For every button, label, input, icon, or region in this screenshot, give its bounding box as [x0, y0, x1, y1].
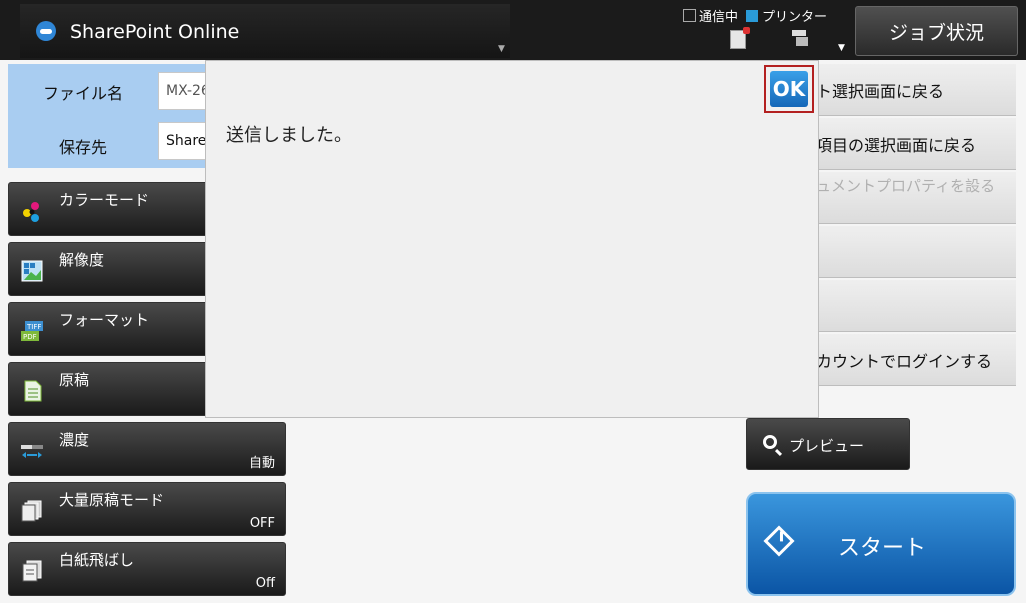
document-job-icon[interactable]	[730, 27, 750, 49]
resolution-icon	[21, 260, 43, 282]
status-indicators: 通信中 プリンター	[683, 6, 827, 25]
original-label: 原稿	[59, 371, 90, 389]
checkbox-icon	[683, 9, 696, 22]
blank-skip-value: Off	[255, 576, 275, 591]
exposure-button[interactable]: 濃度 自動	[8, 422, 286, 476]
ok-highlight: OK	[764, 65, 814, 113]
job-build-label: 大量原稿モード	[59, 491, 165, 509]
dialog-message: 送信しました。	[226, 125, 352, 146]
preview-label: プレビュー	[789, 437, 865, 455]
color-mode-label: カラーモード	[59, 191, 150, 209]
original-icon	[24, 380, 42, 402]
format-icon: TIFF PDF	[21, 321, 43, 341]
ok-button[interactable]: OK	[770, 71, 808, 107]
app-tab[interactable]: SharePoint Online ▼	[20, 4, 510, 58]
start-label: スタート	[838, 536, 927, 561]
resolution-label: 解像度	[59, 251, 105, 269]
login-with-account-button[interactable]: カウントでログインする	[806, 334, 1016, 386]
destination-label: 保存先	[58, 138, 107, 157]
exposure-label: 濃度	[59, 431, 90, 449]
sent-dialog: 送信しました。 OK	[205, 60, 819, 418]
exposure-value: 自動	[248, 456, 275, 471]
app-title: SharePoint Online	[70, 21, 240, 43]
back-to-item-select-button[interactable]: 項目の選択画面に戻る	[806, 118, 1016, 170]
right-menu-blank-button-1[interactable]	[806, 226, 1016, 278]
top-bar: SharePoint Online ▼ 通信中 プリンター ▼ ジョブ状況	[0, 0, 1026, 60]
printer-label: プリンター	[762, 10, 828, 25]
set-document-properties-button: ュメントプロパティを設る	[806, 172, 1016, 224]
job-build-icon	[21, 500, 42, 522]
exposure-icon	[21, 445, 43, 458]
blank-skip-label: 白紙飛ばし	[59, 551, 135, 569]
color-mode-icon	[23, 202, 39, 222]
start-icon	[763, 525, 795, 557]
printer-icon[interactable]	[792, 30, 812, 47]
blank-skip-icon	[22, 560, 42, 582]
svg-text:TIFF: TIFF	[26, 323, 41, 331]
right-menu-blank-button-2[interactable]	[806, 280, 1016, 332]
format-label: フォーマット	[59, 311, 150, 329]
printer-status-icon	[746, 10, 759, 22]
job-build-value: OFF	[249, 516, 275, 531]
job-status-button[interactable]: ジョブ状況	[855, 6, 1018, 56]
file-name-label: ファイル名	[42, 84, 123, 103]
start-button[interactable]: スタート	[746, 492, 1016, 596]
magnifier-icon	[763, 435, 777, 449]
preview-button[interactable]: プレビュー	[746, 418, 910, 470]
file-panel: ファイル名 MX-26 保存先 Shared	[8, 64, 218, 168]
status-dropdown-icon[interactable]: ▼	[838, 43, 845, 53]
screen: SharePoint Online ▼ 通信中 プリンター ▼ ジョブ状況 ファイ…	[0, 0, 1026, 603]
blank-skip-button[interactable]: 白紙飛ばし Off	[8, 542, 286, 596]
back-to-site-select-button[interactable]: ト選択画面に戻る	[806, 64, 1016, 116]
communicating-label: 通信中	[699, 10, 739, 25]
triangle-down-icon: ▼	[498, 44, 505, 54]
job-build-button[interactable]: 大量原稿モード OFF	[8, 482, 286, 536]
svg-text:PDF: PDF	[23, 333, 37, 341]
cloud-icon	[36, 21, 56, 41]
